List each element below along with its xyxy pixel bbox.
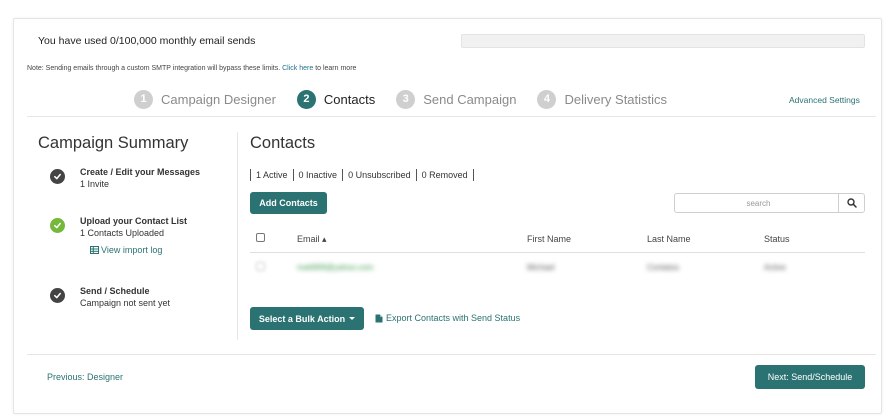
search-button[interactable] [838,193,865,213]
bulk-action-dropdown[interactable]: Select a Bulk Action [250,307,364,330]
table-icon [90,246,99,254]
row-email[interactable]: matt999@yahoo.com [297,263,373,272]
summary-item-title: Send / Schedule [80,286,150,296]
row-checkbox[interactable] [256,262,265,271]
campaign-steps: 1 Campaign Designer 2 Contacts 3 Send Ca… [134,89,688,109]
smtp-note-suffix: to learn more [315,65,357,72]
filter-divider [292,169,294,181]
divider [27,116,876,117]
next-send-schedule-button[interactable]: Next: Send/Schedule [755,365,865,389]
smtp-note: Note: Sending emails through a custom SM… [27,65,356,72]
search-icon [846,198,857,208]
column-last-name[interactable]: Last Name [647,234,691,244]
view-import-log-link[interactable]: View import log [90,245,162,255]
footer-divider [27,354,876,355]
contact-status-filters: 1 Active 0 Inactive 0 Unsubscribed 0 Rem… [250,169,479,181]
step-label: Send Campaign [423,91,517,107]
export-contacts-link[interactable]: Export Contacts with Send Status [375,313,520,323]
column-email[interactable]: Email ▴ [297,234,327,245]
step-label: Delivery Statistics [564,91,668,107]
export-contacts-label: Export Contacts with Send Status [386,313,521,323]
file-icon [375,314,383,322]
usage-text: You have used 0/100,000 monthly email se… [38,35,256,47]
step-number: 1 [134,89,153,109]
summary-item-sub: 1 Invite [80,179,110,189]
summary-item-sub: Campaign not sent yet [80,298,171,308]
smtp-note-text: Note: Sending emails through a custom SM… [27,65,281,72]
filter-divider [415,169,417,181]
step-number: 4 [537,89,557,109]
step-number: 2 [296,89,316,109]
view-import-log-label: View import log [101,245,163,255]
table-header-divider [250,252,865,253]
step-label: Campaign Designer [161,91,276,107]
search-input[interactable] [679,198,838,208]
row-status: Active [764,263,786,272]
summary-item-sub: 1 Contacts Uploaded [80,228,165,238]
filter-unsubscribed[interactable]: 0 Unsubscribed [348,170,411,180]
column-first-name[interactable]: First Name [527,234,571,244]
add-contacts-button[interactable]: Add Contacts [250,192,327,214]
filter-divider [342,169,344,181]
column-divider [237,132,238,340]
step-contacts[interactable]: 2 Contacts [296,89,376,109]
usage-progress-bar [461,34,865,48]
step-label: Contacts [323,91,376,107]
row-last-name: Contatos [647,263,680,272]
contacts-title: Contacts [250,134,316,152]
step-delivery-statistics[interactable]: 4 Delivery Statistics [537,89,668,109]
filter-divider [250,169,251,181]
step-send-campaign[interactable]: 3 Send Campaign [396,89,517,109]
caret-down-icon [349,317,356,320]
step-number: 3 [396,89,416,109]
column-status[interactable]: Status [764,234,790,244]
campaign-summary-title: Campaign Summary [38,134,189,152]
advanced-settings-link[interactable]: Advanced Settings [789,95,860,105]
check-icon [50,218,65,233]
row-first-name: Michael [527,263,555,272]
filter-inactive[interactable]: 0 Inactive [299,170,338,180]
check-icon [50,169,65,184]
search-box [674,193,839,213]
filter-divider [472,169,474,181]
click-here-link[interactable]: Click here [282,65,313,72]
check-icon [50,288,65,303]
filter-active[interactable]: 1 Active [256,170,288,180]
select-all-checkbox[interactable] [256,233,265,242]
filter-removed[interactable]: 0 Removed [422,170,468,180]
summary-item-title: Create / Edit your Messages [80,167,201,177]
summary-item-title: Upload your Contact List [80,216,188,226]
step-campaign-designer[interactable]: 1 Campaign Designer [134,89,276,109]
previous-designer-link[interactable]: Previous: Designer [47,372,123,382]
bulk-action-label: Select a Bulk Action [258,313,346,324]
